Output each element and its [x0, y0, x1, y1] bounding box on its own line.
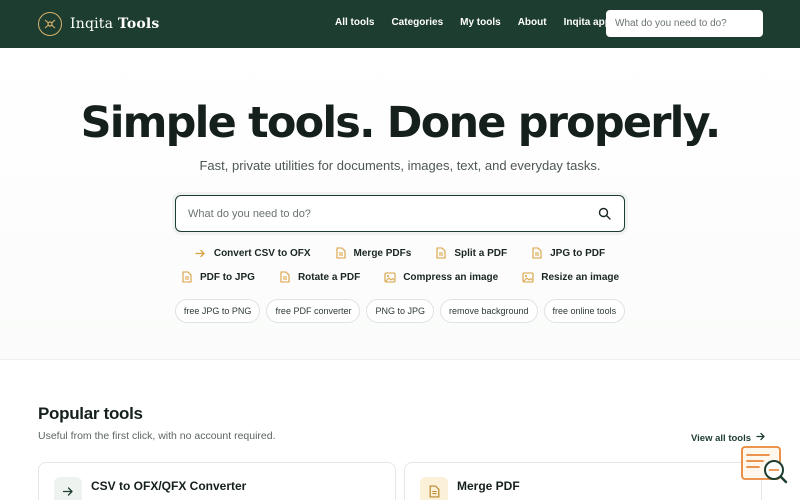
tool-card-csv-to-ofx[interactable]: CSV to OFX/QFX Converter [38, 462, 396, 500]
header-search-box [606, 10, 763, 37]
quick-link-label: JPG to PDF [550, 247, 606, 259]
tool-card-title: Merge PDF [457, 479, 520, 493]
nav-link-my-tools[interactable]: My tools [460, 17, 501, 28]
quick-link-label: Resize an image [541, 271, 620, 283]
brand-name: Inqita Tools [70, 16, 160, 32]
quick-link-jpg-to-pdf[interactable]: JPG to PDF [531, 247, 605, 259]
floating-search-help-icon[interactable] [741, 446, 789, 486]
image-icon [522, 271, 534, 283]
quick-links-row-1: Convert CSV to OFX Merge PDFs Split a PD… [0, 247, 800, 259]
nav-link-about[interactable]: About [518, 17, 547, 28]
suggestion-chips: free JPG to PNG free PDF converter PNG t… [0, 299, 800, 323]
quick-link-label: Split a PDF [454, 247, 508, 259]
document-icon [435, 247, 447, 259]
chip-png-to-jpg[interactable]: PNG to JPG [366, 299, 434, 323]
nav-link-categories[interactable]: Categories [391, 17, 443, 28]
hero-section: Simple tools. Done properly. Fast, priva… [0, 48, 800, 360]
quick-link-rotate-a-pdf[interactable]: Rotate a PDF [279, 271, 360, 283]
document-icon [279, 271, 291, 283]
brand-name-regular: Inqita [70, 16, 114, 32]
quick-link-merge-pdfs[interactable]: Merge PDFs [335, 247, 412, 259]
document-icon [531, 247, 543, 259]
quick-links-row-2: PDF to JPG Rotate a PDF Compress an imag… [0, 271, 800, 283]
quick-link-compress-an-image[interactable]: Compress an image [384, 271, 498, 283]
quick-link-resize-an-image[interactable]: Resize an image [522, 271, 619, 283]
quick-link-pdf-to-jpg[interactable]: PDF to JPG [181, 271, 255, 283]
arrow-right-icon [195, 247, 207, 259]
chip-free-jpg-to-png[interactable]: free JPG to PNG [174, 299, 261, 323]
chip-remove-background[interactable]: remove background [439, 299, 538, 323]
quick-link-label: Merge PDFs [353, 247, 412, 259]
chip-free-online-tools[interactable]: free online tools [543, 299, 626, 323]
hero-search-input[interactable] [188, 207, 596, 220]
brand-name-bold: Tools [117, 16, 160, 32]
document-icon [335, 247, 347, 259]
main-nav: All tools Categories My tools About Inqi… [335, 17, 628, 28]
header-search-input[interactable] [615, 18, 754, 29]
view-all-label: View all tools [691, 432, 752, 444]
popular-tools-heading: Popular tools [38, 404, 143, 423]
quick-link-label: Convert CSV to OFX [213, 247, 311, 259]
search-icon[interactable] [596, 206, 612, 222]
nav-link-all-tools[interactable]: All tools [335, 17, 374, 28]
hero-subtitle: Fast, private utilities for documents, i… [199, 158, 601, 173]
quick-link-convert-csv-to-ofx[interactable]: Convert CSV to OFX [195, 247, 311, 259]
quick-link-label: Rotate a PDF [297, 271, 361, 283]
view-all-tools-link[interactable]: View all tools [691, 432, 766, 444]
nav-link-inqita-app[interactable]: Inqita app [564, 17, 611, 28]
tool-card-merge-pdf[interactable]: Merge PDF [404, 462, 762, 500]
popular-tools-subtitle: Useful from the first click, with no acc… [38, 430, 276, 442]
logo-mark-icon [38, 12, 62, 36]
arrow-right-icon [756, 432, 766, 444]
tool-card-title: CSV to OFX/QFX Converter [91, 479, 247, 493]
quick-link-label: Compress an image [403, 271, 499, 283]
quick-link-label: PDF to JPG [199, 271, 255, 283]
hero-title: Simple tools. Done properly. [80, 98, 722, 148]
brand-logo[interactable]: Inqita Tools [38, 12, 160, 36]
hero-search-box [175, 195, 625, 232]
top-navbar: Inqita Tools All tools Categories My too… [0, 0, 800, 48]
quick-link-split-a-pdf[interactable]: Split a PDF [435, 247, 507, 259]
image-icon [384, 271, 396, 283]
document-icon [420, 477, 448, 500]
chip-free-pdf-converter[interactable]: free PDF converter [266, 299, 361, 323]
arrow-right-icon [54, 477, 82, 500]
document-icon [181, 271, 193, 283]
